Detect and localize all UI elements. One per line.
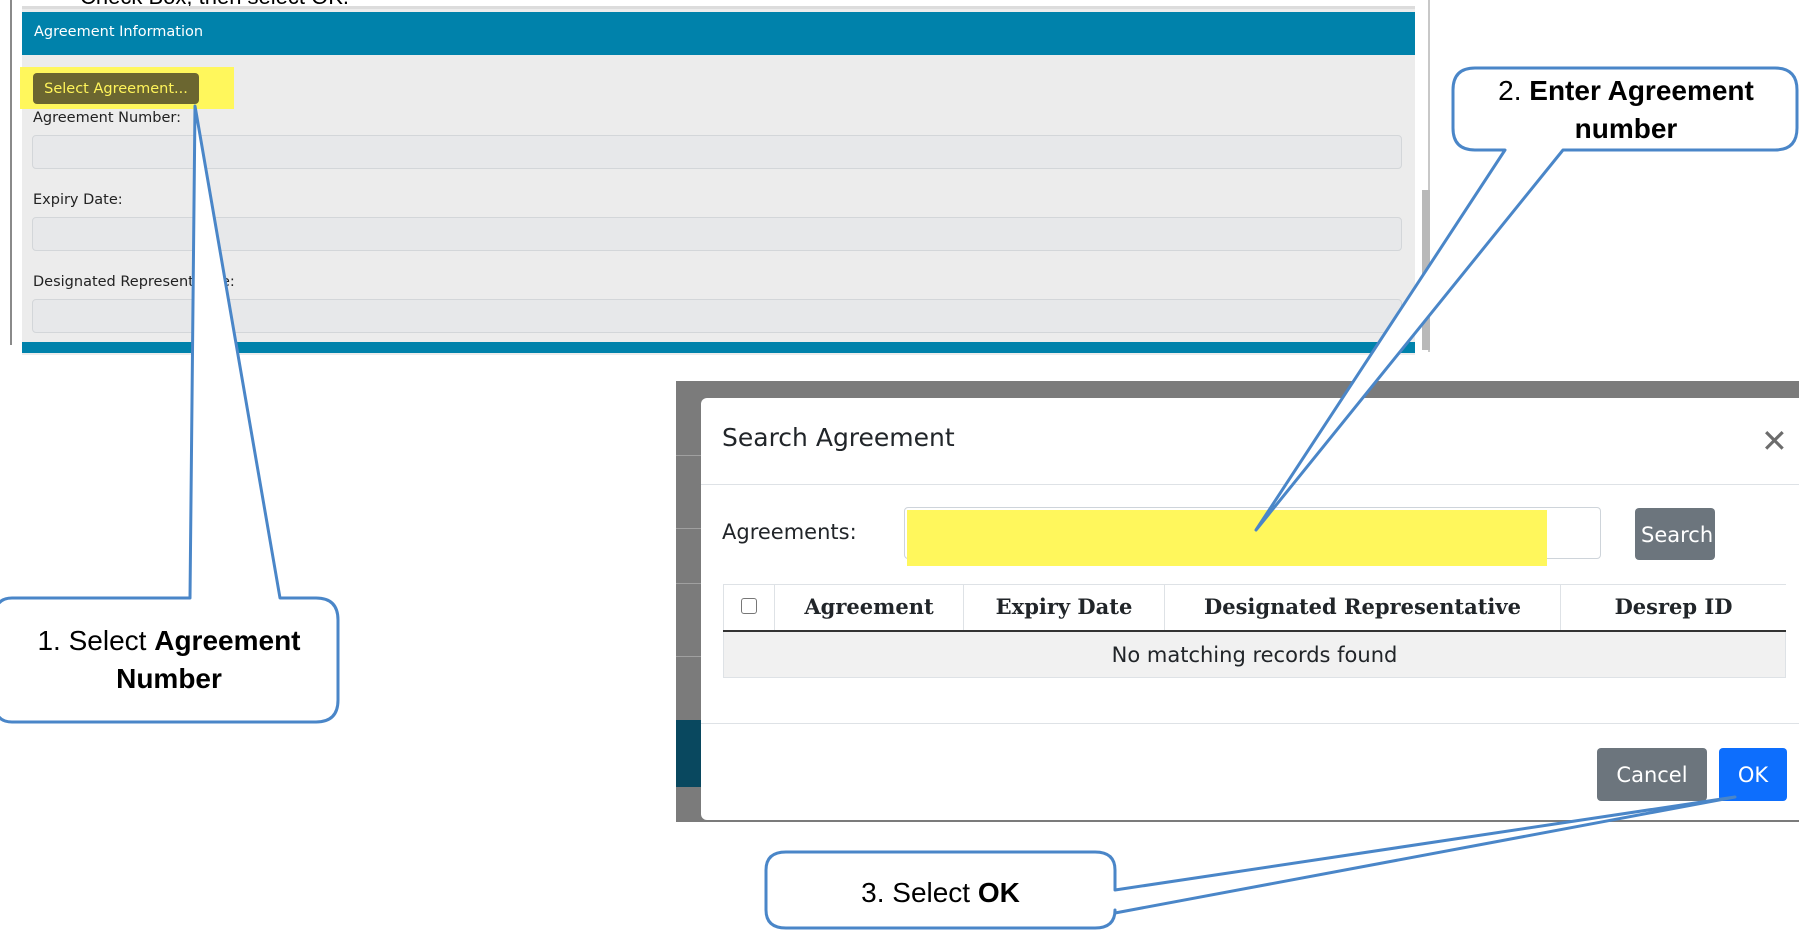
table-header-agreement[interactable]: Agreement: [775, 584, 964, 630]
expiry-date-field[interactable]: [32, 217, 1402, 251]
agreement-number-field[interactable]: [32, 135, 1402, 169]
search-button[interactable]: Search: [1635, 508, 1715, 560]
backdrop-divider: [676, 583, 702, 584]
backdrop-divider: [676, 656, 702, 657]
callout-3-bold: OK: [977, 877, 1020, 908]
left-divider: [10, 0, 12, 345]
agreement-panel-title: Agreement Information: [34, 24, 204, 40]
table-empty-row: No matching records found: [723, 632, 1786, 678]
table-header-desrep-id[interactable]: Desrep ID: [1561, 584, 1786, 630]
agreements-label: Agreements:: [722, 520, 857, 544]
agreement-panel-footer-bar: [22, 342, 1415, 353]
modal-title: Search Agreement: [722, 423, 955, 452]
callout-1-prefix: Select: [68, 625, 147, 656]
callout-3-number: 3.: [861, 877, 885, 908]
designated-representative-label: Designated Representative:: [33, 274, 235, 290]
backdrop-footer-bar: [676, 720, 702, 787]
backdrop-divider: [676, 455, 702, 456]
agreement-number-label: Agreement Number:: [33, 110, 182, 126]
callout-1-number: 1.: [37, 625, 61, 656]
modal-header-divider: [701, 484, 1799, 485]
callout-2-number: 2.: [1498, 75, 1522, 106]
ok-button[interactable]: OK: [1719, 748, 1787, 801]
cancel-button[interactable]: Cancel: [1597, 748, 1707, 801]
callout-1-text: 1. Select Agreement Number: [0, 622, 338, 698]
select-all-checkbox[interactable]: [741, 598, 757, 614]
modal-footer-divider: [701, 723, 1799, 724]
scrollbar-thumb[interactable]: [1422, 190, 1430, 350]
callout-3-text: 3. Select OK: [766, 874, 1115, 912]
backdrop-divider: [676, 528, 702, 529]
close-icon[interactable]: ✕: [1761, 425, 1788, 457]
agreements-input-highlight: [907, 510, 1547, 566]
callout-2-bold: Enter Agreement number: [1529, 75, 1754, 144]
agreement-panel-header: [22, 12, 1415, 55]
select-agreement-button[interactable]: Select Agreement...: [33, 73, 199, 104]
table-header-expiry-date[interactable]: Expiry Date: [964, 584, 1165, 630]
callout-2-text: 2. Enter Agreement number: [1456, 72, 1796, 148]
designated-representative-field[interactable]: [32, 299, 1402, 333]
expiry-date-label: Expiry Date:: [33, 192, 123, 208]
callout-3-prefix: Select: [892, 877, 971, 908]
table-header-designated-representative[interactable]: Designated Representative: [1165, 584, 1561, 630]
